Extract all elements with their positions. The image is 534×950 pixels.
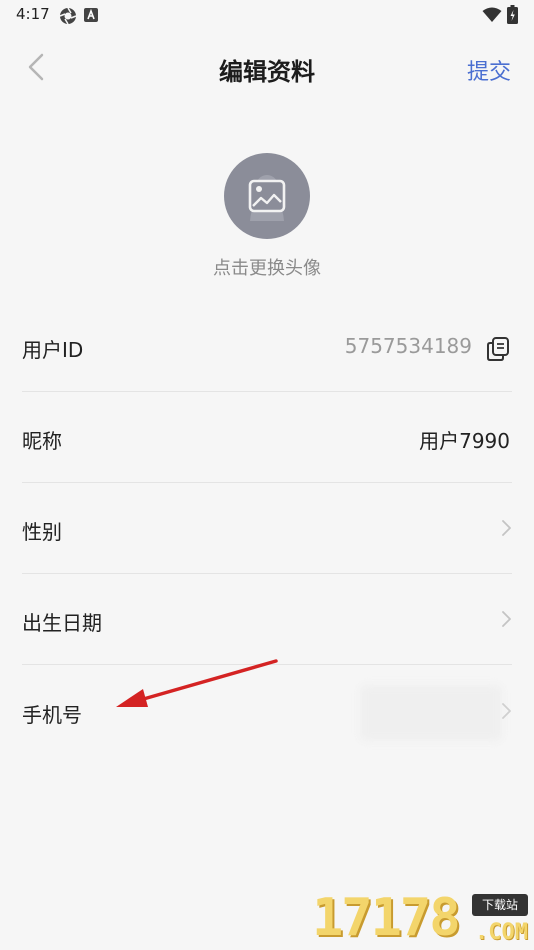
row-label: 性别 — [22, 520, 62, 544]
header-bar: 编辑资料 提交 — [0, 38, 534, 98]
watermark-badge: 下载站 — [472, 894, 528, 916]
row-phone[interactable]: 手机号 — [22, 667, 512, 757]
image-placeholder-icon — [248, 175, 286, 221]
divider — [22, 573, 512, 574]
watermark-number: 17178 — [312, 888, 461, 948]
status-time: 4:17 — [16, 5, 50, 23]
user-id-value: 5757534189 — [344, 334, 472, 358]
nickname-value: 用户7990 — [419, 429, 510, 453]
chevron-right-icon — [502, 703, 511, 719]
watermark-suffix: .COM — [475, 920, 528, 945]
wifi-icon — [482, 7, 502, 22]
site-watermark: 17178 下载站 .COM — [310, 888, 532, 948]
row-label: 用户ID — [22, 338, 84, 362]
row-nickname[interactable]: 昵称 用户7990 — [22, 393, 512, 483]
chevron-right-icon — [502, 520, 511, 536]
row-user-id: 用户ID 5757534189 — [22, 302, 512, 392]
text-a-icon — [84, 8, 98, 22]
row-label: 出生日期 — [22, 611, 102, 635]
battery-icon — [507, 5, 518, 24]
avatar-button[interactable] — [224, 153, 310, 239]
row-birthdate[interactable]: 出生日期 — [22, 575, 512, 665]
phone-value-redacted — [360, 685, 502, 741]
row-gender[interactable]: 性别 — [22, 484, 512, 574]
change-avatar-hint[interactable]: 点击更换头像 — [0, 254, 534, 280]
divider — [22, 391, 512, 392]
submit-button[interactable]: 提交 — [467, 54, 511, 86]
copy-icon[interactable] — [486, 336, 510, 362]
divider — [22, 482, 512, 483]
chevron-right-icon — [502, 611, 511, 627]
row-label: 昵称 — [22, 429, 62, 453]
camera-icon — [59, 7, 77, 25]
divider — [22, 664, 512, 665]
page-title: 编辑资料 — [219, 58, 315, 86]
status-bar: 4:17 — [0, 0, 534, 30]
row-label: 手机号 — [22, 703, 82, 727]
